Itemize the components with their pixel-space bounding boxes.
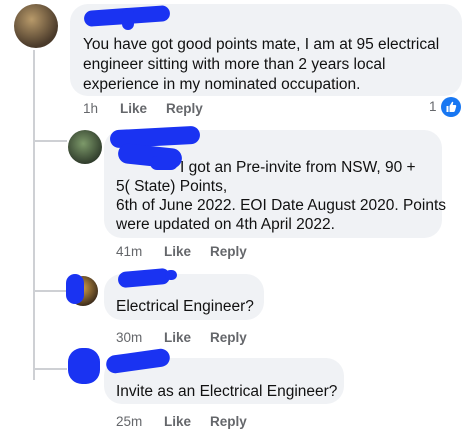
thread-branch xyxy=(33,290,67,292)
like-button[interactable]: Like xyxy=(164,414,191,429)
like-button[interactable]: Like xyxy=(120,101,147,116)
reply-button[interactable]: Reply xyxy=(210,414,247,429)
avatar[interactable] xyxy=(14,4,58,48)
like-button[interactable]: Like xyxy=(164,244,191,259)
comment-text-line: 6th of June 2022. EOI Date August 2020. … xyxy=(116,197,447,214)
avatar[interactable] xyxy=(68,130,102,164)
reply-button[interactable]: Reply xyxy=(210,244,247,259)
redacted-author-name xyxy=(165,270,177,280)
redacted-author-name xyxy=(122,8,134,30)
thread-line xyxy=(33,50,35,380)
comment-text-line: Electrical Engineer? xyxy=(116,298,254,315)
comment-timestamp: 41m xyxy=(116,244,143,259)
comment-text-line: I got an Pre-invite from NSW, 90 + xyxy=(180,159,416,176)
reply-button[interactable]: Reply xyxy=(166,101,203,116)
redacted-author-name xyxy=(150,156,178,170)
reaction-count: 1 xyxy=(429,99,437,114)
comment-timestamp: 1h xyxy=(83,101,99,116)
comment-text-line: You have got good points mate, I am at 9… xyxy=(83,36,440,53)
comment-timestamp: 30m xyxy=(116,330,143,345)
redacted-avatar xyxy=(68,348,100,384)
comment-text-line: engineer sitting with more than 2 years … xyxy=(83,56,386,73)
thread-branch xyxy=(33,368,67,370)
comment-text-line: Invite as an Electrical Engineer? xyxy=(116,383,338,400)
comment-text-line: were updated on 4th April 2022. xyxy=(116,216,335,233)
comment-text-line: 5( State) Points, xyxy=(116,178,228,195)
like-button[interactable]: Like xyxy=(164,330,191,345)
thumbs-up-icon[interactable] xyxy=(441,97,461,117)
redacted-avatar xyxy=(66,274,84,304)
thread-branch xyxy=(33,140,67,142)
comment-timestamp: 25m xyxy=(116,414,143,429)
reply-button[interactable]: Reply xyxy=(210,330,247,345)
comment-text-line: experience in my nominated occupation. xyxy=(83,76,361,93)
